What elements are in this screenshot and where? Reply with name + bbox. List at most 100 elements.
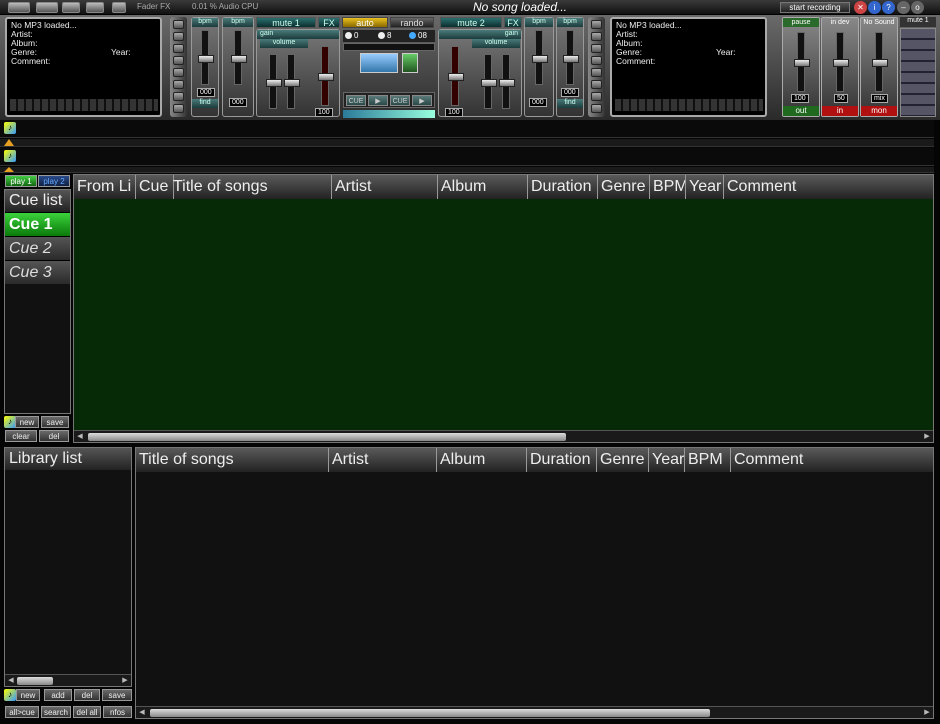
deck2-find-label[interactable]: find xyxy=(557,99,583,108)
deck2-gain-label[interactable]: gain xyxy=(439,30,521,39)
in-device-label[interactable]: in dev xyxy=(822,18,858,27)
auto-button[interactable]: auto xyxy=(342,17,388,28)
col-comment[interactable]: Comment xyxy=(731,448,933,472)
playlist-table[interactable]: From Li Cue Title of songs Artist Album … xyxy=(73,174,934,443)
tools-icon[interactable]: ✕ xyxy=(854,1,867,14)
deck1-channel-fader[interactable] xyxy=(318,46,334,106)
radio-b-icon[interactable] xyxy=(378,32,385,39)
crossfader-slider[interactable] xyxy=(343,43,435,51)
library-del-button[interactable]: del xyxy=(74,689,100,701)
library-infos-button[interactable]: nfos xyxy=(103,706,132,718)
playlist-del-button[interactable]: del xyxy=(39,430,69,442)
mon-label[interactable]: mon xyxy=(861,106,897,116)
mute-2-button[interactable]: mute 2 xyxy=(440,17,502,28)
deck1-pitch-fader[interactable] xyxy=(198,30,214,85)
col-bpm[interactable]: BPM xyxy=(650,175,686,199)
deck1-find-label[interactable]: find xyxy=(192,99,218,108)
mon-device-label[interactable]: No Sound xyxy=(861,18,897,27)
playlist-hscroll[interactable]: ◀ ▶ xyxy=(74,430,933,442)
mute-1-button[interactable]: mute 1 xyxy=(256,17,316,28)
deck1-bpm-fader[interactable] xyxy=(231,30,247,85)
deck2-wave-icon[interactable]: ♪ xyxy=(4,150,16,162)
col-artist[interactable]: Artist xyxy=(332,175,438,199)
scroll-left-icon[interactable]: ◀ xyxy=(136,707,148,718)
info-icon[interactable]: i xyxy=(868,1,881,14)
library-list-hscroll[interactable]: ◀ ▶ xyxy=(5,674,131,686)
scroll-right-icon[interactable]: ▶ xyxy=(921,707,933,718)
cue-list-item[interactable]: Cue 2 xyxy=(5,236,70,260)
deck2-volume-fader-right[interactable] xyxy=(499,54,515,109)
col-duration[interactable]: Duration xyxy=(527,448,597,472)
library-add-button[interactable]: add xyxy=(44,689,72,701)
out-label[interactable]: out xyxy=(783,106,819,116)
col-from-list[interactable]: From Li xyxy=(74,175,136,199)
deck2-volume-fader-left[interactable] xyxy=(481,54,497,109)
library-del-all-button[interactable]: del all xyxy=(73,706,101,718)
col-comment[interactable]: Comment xyxy=(724,175,933,199)
radio-c-icon[interactable] xyxy=(409,32,416,39)
help-icon[interactable]: ? xyxy=(882,1,895,14)
play-2-tab[interactable]: play 2 xyxy=(38,175,70,187)
deck2-transport-column[interactable] xyxy=(588,17,605,117)
cue-right-button[interactable]: CUE xyxy=(390,95,410,106)
library-hscroll[interactable]: ◀ ▶ xyxy=(136,706,933,718)
wave-strip-2[interactable] xyxy=(0,139,934,147)
col-year[interactable]: Year xyxy=(686,175,724,199)
scroll-right-icon[interactable]: ▶ xyxy=(921,431,933,442)
col-cue[interactable]: Cue xyxy=(136,175,174,199)
library-table[interactable]: Title of songs Artist Album Duration Gen… xyxy=(135,447,934,719)
scroll-right-icon[interactable]: ▶ xyxy=(119,675,131,686)
close-icon[interactable]: o xyxy=(911,1,924,14)
master-mute-label[interactable]: mute 1 xyxy=(900,17,936,27)
start-recording-button[interactable]: start recording xyxy=(780,2,850,13)
radio-a-icon[interactable] xyxy=(345,32,352,39)
playlist-save-button[interactable]: save xyxy=(41,416,69,428)
play-right-icon[interactable]: ▶ xyxy=(412,95,432,106)
settings-button[interactable] xyxy=(112,2,126,13)
deck1-transport-column[interactable] xyxy=(170,17,187,117)
col-album[interactable]: Album xyxy=(438,175,528,199)
deck1-volume-fader-right[interactable] xyxy=(284,54,300,109)
scroll-left-icon[interactable]: ◀ xyxy=(5,675,17,686)
library-scroll-thumb[interactable] xyxy=(150,709,710,717)
library-options-icon[interactable]: ♪ xyxy=(4,689,16,701)
wave-strip-3[interactable]: ♪ xyxy=(0,148,934,166)
col-genre[interactable]: Genre xyxy=(597,448,649,472)
col-year[interactable]: Year xyxy=(649,448,685,472)
play-left-icon[interactable]: ▶ xyxy=(368,95,388,106)
library-new-button[interactable]: new xyxy=(16,689,40,701)
deck2-pitch-fader[interactable] xyxy=(563,30,579,85)
playlist-scroll-thumb[interactable] xyxy=(88,433,566,441)
scroll-left-icon[interactable]: ◀ xyxy=(74,431,86,442)
library-all-to-cue-button[interactable]: all>cue xyxy=(5,706,39,718)
deck2-bpm-fader[interactable] xyxy=(532,30,548,85)
collapse-down-icon[interactable] xyxy=(4,167,14,172)
pause-button[interactable] xyxy=(402,53,418,73)
deck1-gain-label[interactable]: gain xyxy=(257,30,339,39)
library-save-button[interactable]: save xyxy=(102,689,132,701)
random-button[interactable]: rando xyxy=(390,17,434,28)
crossfader-toggle-button[interactable] xyxy=(36,2,58,13)
library-list-scroll-thumb[interactable] xyxy=(17,677,53,685)
mon-fader[interactable] xyxy=(872,32,888,92)
deck1-volume-fader-left[interactable] xyxy=(266,54,282,109)
library-search-button[interactable]: search xyxy=(41,706,71,718)
in-fader[interactable] xyxy=(833,32,849,92)
col-artist[interactable]: Artist xyxy=(329,448,437,472)
deck2-fx-button[interactable]: FX xyxy=(504,17,522,28)
play-1-tab[interactable]: play 1 xyxy=(5,175,37,187)
wave-strip-1[interactable]: ♪ xyxy=(0,120,934,138)
col-title[interactable]: Title of songs xyxy=(170,175,332,199)
pause-label[interactable]: pause xyxy=(783,18,819,27)
out-fader[interactable] xyxy=(794,32,810,92)
deck1-fx-button[interactable]: FX xyxy=(318,17,340,28)
fx-slots[interactable] xyxy=(900,28,936,117)
minimize-icon[interactable]: – xyxy=(897,1,910,14)
link-button[interactable] xyxy=(62,2,80,13)
deck1-wave-icon[interactable]: ♪ xyxy=(4,122,16,134)
cue-left-button[interactable]: CUE xyxy=(346,95,366,106)
waveform-button[interactable] xyxy=(86,2,104,13)
hand-cursor-icon[interactable] xyxy=(360,53,398,73)
wave-strip-4[interactable] xyxy=(0,167,934,173)
cue-list-item[interactable]: Cue 1 xyxy=(5,212,70,236)
